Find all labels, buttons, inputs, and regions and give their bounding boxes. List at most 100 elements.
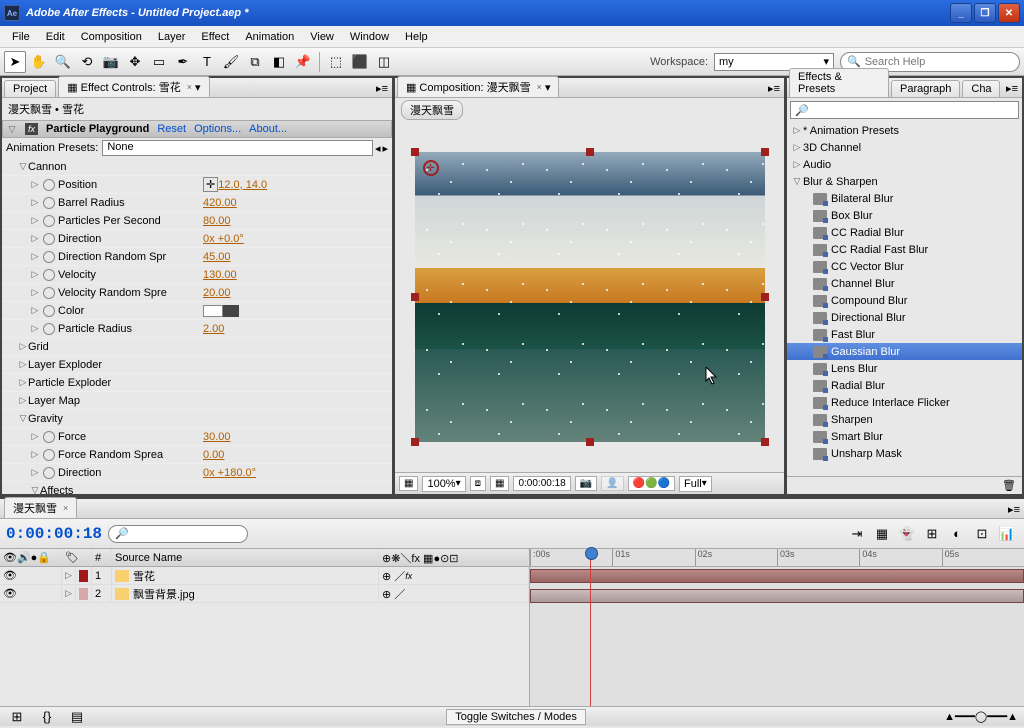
reset-link[interactable]: Reset — [157, 123, 186, 135]
brush-tool[interactable]: 🖌 — [220, 51, 242, 73]
stopwatch-icon[interactable] — [43, 431, 55, 443]
tree-category[interactable]: ▷Audio — [787, 156, 1022, 173]
twirl-icon[interactable]: ▷ — [30, 287, 40, 298]
group-label[interactable]: Particle Exploder — [28, 377, 173, 389]
anchor-point-icon[interactable]: ✛ — [423, 160, 439, 176]
layer-name[interactable]: 雪花 — [112, 567, 379, 584]
eye-icon[interactable]: 👁 — [3, 569, 17, 582]
camera-tool[interactable]: 📷 — [100, 51, 122, 73]
close-button[interactable]: ✕ — [998, 3, 1020, 23]
axis-view[interactable]: ◫ — [373, 51, 395, 73]
twirl-icon[interactable]: ▷ — [30, 449, 40, 460]
tree-item[interactable]: CC Radial Blur — [787, 224, 1022, 241]
tab-effect-controls[interactable]: ▦Effect Controls: 雪花×▾ — [58, 76, 209, 97]
menu-composition[interactable]: Composition — [73, 28, 150, 46]
toggle-switches-button[interactable]: Toggle Switches / Modes — [446, 709, 586, 725]
tree-item[interactable]: Directional Blur — [787, 309, 1022, 326]
tree-category[interactable]: ▷* Animation Presets — [787, 122, 1022, 139]
tree-item[interactable]: Lens Blur — [787, 360, 1022, 377]
stopwatch-icon[interactable] — [43, 215, 55, 227]
resolution-dropdown[interactable]: Full ▾ — [679, 476, 712, 492]
pen-tool[interactable]: ✒ — [172, 51, 194, 73]
time-display[interactable]: 0:00:00:18 — [513, 476, 570, 491]
timeline-search[interactable]: 🔎 — [108, 525, 248, 543]
group-label[interactable]: Grid — [28, 341, 173, 353]
group-label[interactable]: Layer Exploder — [28, 359, 173, 371]
group-label[interactable]: Layer Map — [28, 395, 173, 407]
twirl-icon[interactable]: ▷ — [30, 323, 40, 334]
tl-btn-2[interactable]: ▦ — [871, 523, 893, 545]
twirl-icon[interactable]: ▽ — [7, 124, 17, 135]
twirl-icon[interactable]: ▷ — [18, 377, 28, 388]
selection-tool[interactable]: ➤ — [4, 51, 26, 73]
tree-item[interactable]: Bilateral Blur — [787, 190, 1022, 207]
tree-item[interactable]: Reduce Interlace Flicker — [787, 394, 1022, 411]
close-tab-icon[interactable]: × — [63, 503, 68, 513]
ruler-tick[interactable]: 02s — [695, 549, 777, 566]
search-help-input[interactable] — [865, 56, 1013, 68]
crop-icon[interactable]: ⧈ — [470, 476, 486, 491]
clone-tool[interactable]: ⧉ — [244, 51, 266, 73]
effect-header[interactable]: ▽ fx Particle Playground Reset Options..… — [2, 120, 392, 138]
twirl-icon[interactable]: ▷ — [30, 467, 40, 478]
effects-search-input[interactable] — [809, 104, 1014, 116]
trash-icon[interactable]: 🗑 — [1002, 480, 1016, 492]
panel-menu-icon[interactable]: ▸≡ — [372, 80, 392, 97]
stopwatch-icon[interactable] — [43, 233, 55, 245]
eye-icon[interactable]: 👁 — [3, 587, 17, 600]
pan-behind-tool[interactable]: ✥ — [124, 51, 146, 73]
stopwatch-icon[interactable] — [43, 179, 55, 191]
twirl-icon[interactable]: ▷ — [30, 179, 40, 190]
tab-effects-presets[interactable]: Effects & Presets — [789, 68, 889, 97]
stopwatch-icon[interactable] — [43, 305, 55, 317]
handle-tr[interactable] — [761, 148, 769, 156]
tl-footer-btn3[interactable]: ▤ — [66, 706, 88, 728]
grid-icon[interactable]: ▦ — [490, 476, 509, 491]
tree-item[interactable]: Radial Blur — [787, 377, 1022, 394]
motion-blur-icon[interactable]: ◐ — [946, 523, 968, 545]
ruler-tick[interactable]: :00s — [530, 549, 612, 566]
twirl-icon[interactable]: ▽ — [30, 485, 40, 494]
menu-view[interactable]: View — [302, 28, 342, 46]
close-tab-icon[interactable]: × — [537, 82, 542, 92]
col-source[interactable]: Source Name — [112, 549, 379, 566]
playhead[interactable] — [590, 549, 591, 706]
shy-icon[interactable]: 👻 — [896, 523, 918, 545]
menu-file[interactable]: File — [4, 28, 38, 46]
tree-item[interactable]: Fast Blur — [787, 326, 1022, 343]
menu-effect[interactable]: Effect — [193, 28, 237, 46]
hand-tool[interactable]: ✋ — [28, 51, 50, 73]
tab-composition[interactable]: ▦Composition: 漫天飘雪×▾ — [397, 76, 559, 97]
twirl-icon[interactable]: ▷ — [65, 570, 72, 581]
tree-item[interactable]: Compound Blur — [787, 292, 1022, 309]
handle-ml[interactable] — [411, 293, 419, 301]
graph-editor-icon[interactable]: 📊 — [996, 523, 1018, 545]
twirl-icon[interactable]: ▷ — [30, 269, 40, 280]
composition-viewer[interactable]: ✛ — [395, 122, 784, 472]
composition-canvas[interactable] — [415, 152, 765, 442]
tree-item[interactable]: CC Vector Blur — [787, 258, 1022, 275]
zoom-dropdown[interactable]: 100% ▾ — [422, 476, 465, 492]
ruler-tick[interactable]: 05s — [942, 549, 1024, 566]
twirl-icon[interactable]: ▷ — [65, 588, 72, 599]
tree-category[interactable]: ▷3D Channel — [787, 139, 1022, 156]
stopwatch-icon[interactable] — [43, 269, 55, 281]
maximize-button[interactable]: ❐ — [974, 3, 996, 23]
twirl-icon[interactable]: ▽ — [18, 413, 28, 424]
group-label[interactable]: Cannon — [28, 161, 173, 173]
stopwatch-icon[interactable] — [43, 467, 55, 479]
group-label[interactable]: Gravity — [28, 413, 173, 425]
zoom-slider[interactable]: ▲━━━◯━━━▲ — [944, 710, 1018, 723]
axis-world[interactable]: ⬛ — [349, 51, 371, 73]
type-tool[interactable]: T — [196, 51, 218, 73]
user-icon[interactable]: 👤 — [601, 476, 623, 491]
group-label[interactable]: Affects — [40, 485, 185, 495]
tree-item[interactable]: Box Blur — [787, 207, 1022, 224]
rect-tool[interactable]: ▭ — [148, 51, 170, 73]
col-num[interactable]: # — [92, 549, 112, 566]
twirl-icon[interactable]: ▽ — [18, 161, 28, 172]
snapshot-icon[interactable]: 📷 — [575, 476, 597, 491]
rotate-tool[interactable]: ⟲ — [76, 51, 98, 73]
twirl-icon[interactable]: ▷ — [18, 395, 28, 406]
stopwatch-icon[interactable] — [43, 197, 55, 209]
